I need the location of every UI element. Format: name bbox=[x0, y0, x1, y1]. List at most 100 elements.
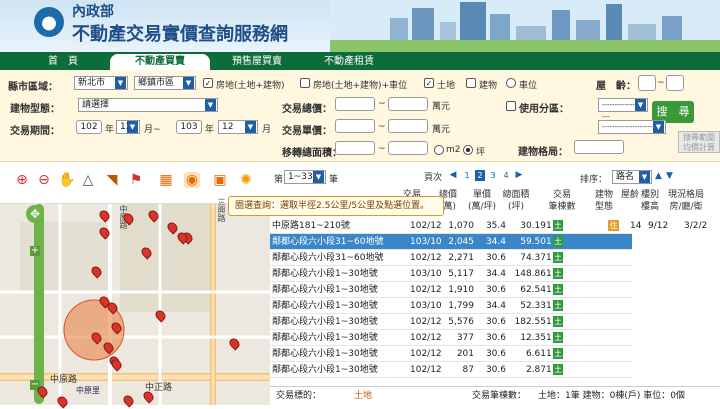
column-header[interactable]: 單價 (萬/坪) bbox=[466, 189, 498, 213]
column-header[interactable]: 交易 筆棟數 bbox=[546, 189, 578, 213]
land-detail-icon[interactable]: 土 bbox=[553, 252, 563, 263]
table-row[interactable]: 鄰都心段六小段1~30地號 102/12 87 30.6 2.87 1 土 bbox=[270, 362, 632, 378]
table-row[interactable]: 鄰都心段六小段31~60地號 103/10 2,045 34.4 59.50 1 土 bbox=[270, 234, 632, 250]
page-range-select[interactable]: 1~33 bbox=[284, 170, 326, 184]
period-from-year[interactable]: 102 bbox=[76, 120, 102, 134]
square-select-icon[interactable]: ▣ bbox=[212, 172, 228, 188]
ministry-name: 內政部 bbox=[72, 4, 114, 20]
map-zoom-in-button[interactable]: + bbox=[30, 246, 40, 256]
next-page-icon[interactable]: ▶ bbox=[514, 170, 524, 181]
period-to-month[interactable]: 12 bbox=[218, 120, 258, 134]
cell-building[interactable]: 住 bbox=[608, 220, 619, 231]
cell-unit: 34.4 bbox=[485, 301, 506, 311]
area-min-input[interactable] bbox=[335, 141, 375, 155]
land-detail-icon[interactable]: 土 bbox=[553, 268, 563, 279]
circle-select-icon[interactable]: ✺ bbox=[238, 172, 254, 188]
cell-unit: 30.6 bbox=[485, 333, 506, 343]
county-select[interactable]: 新北市 bbox=[74, 76, 128, 90]
pan-hand-icon[interactable]: ✋ bbox=[58, 172, 75, 188]
price-unit: 萬元 bbox=[432, 102, 451, 112]
table-row[interactable]: 鄰都心段六小段1~30地號 102/12 201 30.6 6.61 1 土 bbox=[270, 346, 632, 362]
table-row[interactable]: 中原路181~210號 102/12 1,070 35.4 30.19 1 土 bbox=[270, 218, 632, 234]
layout-input[interactable] bbox=[574, 140, 624, 154]
cell-date: 102/12 bbox=[410, 221, 442, 231]
type-parking-radio[interactable] bbox=[506, 78, 516, 88]
area-unit-ping-radio[interactable] bbox=[463, 145, 473, 155]
map-pan-control[interactable]: ✥ bbox=[26, 205, 44, 223]
column-header[interactable]: 現況格局 房/廳/衛 bbox=[664, 189, 708, 213]
age-max-input[interactable] bbox=[666, 75, 684, 91]
land-detail-icon[interactable]: 土 bbox=[553, 364, 563, 375]
district-select[interactable]: 鄉鎮市區 bbox=[134, 76, 196, 90]
tab-real-estate-sale[interactable]: 不動產買賣 bbox=[110, 54, 210, 70]
building-type-select[interactable]: 請選擇 bbox=[78, 98, 218, 112]
range-average-button[interactable]: 搜尋範圍 均價計算 bbox=[678, 131, 720, 153]
sort-desc-icon[interactable]: ▼ bbox=[666, 171, 673, 181]
cell-date: 102/12 bbox=[410, 253, 442, 263]
cell-total: 87 bbox=[462, 365, 474, 375]
cell-count: 1 bbox=[546, 253, 552, 263]
period-to-year[interactable]: 103 bbox=[176, 120, 202, 134]
unit-price-min-input[interactable] bbox=[335, 119, 375, 133]
page-link-1[interactable]: 1 bbox=[462, 170, 472, 181]
marker-icon[interactable]: ⚑ bbox=[128, 172, 144, 188]
unit-price-max-input[interactable] bbox=[388, 119, 428, 133]
type-house-checkbox[interactable]: ✓ bbox=[203, 78, 213, 88]
land-detail-icon[interactable]: 土 bbox=[553, 284, 563, 295]
range-button-line2: 均價計算 bbox=[683, 143, 715, 152]
cell-area: 74.37 bbox=[520, 253, 546, 263]
land-detail-icon[interactable]: 土 bbox=[553, 316, 563, 327]
cell-unit: 30.6 bbox=[485, 253, 506, 263]
price-max-input[interactable] bbox=[388, 97, 428, 111]
area-unit-m2-radio[interactable] bbox=[434, 145, 444, 155]
cell-area: 30.19 bbox=[520, 221, 546, 231]
range-button-line1: 搜尋範圍 bbox=[683, 133, 715, 142]
use-zoning-checkbox[interactable] bbox=[506, 101, 516, 111]
table-row[interactable]: 鄰都心段六小段1~30地號 102/12 5,576 30.6 182.55 1 土 bbox=[270, 314, 632, 330]
age-min-input[interactable] bbox=[638, 75, 656, 91]
page-link-3[interactable]: 3 bbox=[488, 170, 498, 181]
cell-date: 102/12 bbox=[410, 333, 442, 343]
cell-count: 1 bbox=[546, 333, 552, 343]
tab-home[interactable]: 首 頁 bbox=[18, 54, 108, 70]
land-detail-icon[interactable]: 土 bbox=[553, 348, 563, 359]
type-land-checkbox[interactable]: ✓ bbox=[424, 78, 434, 88]
cell-total: 1,070 bbox=[448, 221, 474, 231]
land-detail-icon[interactable]: 土 bbox=[553, 332, 563, 343]
table-row[interactable]: 鄰都心段六小段1~30地號 103/10 1,799 34.4 52.33 1 土 bbox=[270, 298, 632, 314]
cell-area: 6.61 bbox=[525, 349, 546, 359]
price-min-input[interactable] bbox=[335, 97, 375, 111]
measure-icon[interactable]: △ bbox=[80, 172, 96, 188]
area-max-input[interactable] bbox=[388, 141, 428, 155]
zoning-sub-select[interactable]: -------------------- bbox=[598, 120, 666, 134]
pin-icon[interactable]: ◉ bbox=[184, 172, 200, 188]
use-zoning-select[interactable]: -------------------- bbox=[598, 98, 648, 121]
zoom-out-icon[interactable]: ⊖ bbox=[36, 172, 52, 188]
cell-layout: 3/2/2 bbox=[684, 221, 708, 231]
period-from-month[interactable]: 12 bbox=[116, 120, 140, 134]
pages-label: 頁次 bbox=[424, 173, 443, 183]
sort-select[interactable]: 路名 bbox=[612, 170, 652, 184]
paint-icon[interactable]: ◥ bbox=[104, 172, 120, 188]
sort-asc-icon[interactable]: ▲ bbox=[655, 171, 662, 181]
cell-date: 102/12 bbox=[410, 317, 442, 327]
prev-page-icon[interactable]: ◀ bbox=[448, 170, 458, 181]
type-house-parking-checkbox[interactable] bbox=[300, 78, 310, 88]
land-detail-icon[interactable]: 土 bbox=[553, 220, 563, 231]
table-row[interactable]: 鄰都心段六小段31~60地號 102/12 2,271 30.6 74.37 1 土 bbox=[270, 250, 632, 266]
column-header[interactable]: 樓別 樓高 bbox=[634, 189, 666, 213]
zoom-in-icon[interactable]: ⊕ bbox=[14, 172, 30, 188]
grid-icon[interactable]: ▦ bbox=[158, 172, 174, 188]
table-row[interactable]: 鄰都心段六小段1~30地號 102/12 377 30.6 12.35 1 土 bbox=[270, 330, 632, 346]
land-detail-icon[interactable]: 土 bbox=[553, 300, 563, 311]
tab-rental[interactable]: 不動產租賃 bbox=[304, 54, 394, 70]
type-building-checkbox[interactable] bbox=[466, 78, 476, 88]
page-link-2[interactable]: 2 bbox=[475, 170, 485, 181]
tab-presale[interactable]: 預售屋買賣 bbox=[212, 54, 302, 70]
page-link-4[interactable]: 4 bbox=[501, 170, 511, 181]
year-label-1: 年 bbox=[105, 125, 115, 135]
table-row[interactable]: 鄰都心段六小段1~30地號 103/10 5,117 34.4 148.86 1 土 bbox=[270, 266, 632, 282]
table-row[interactable]: 鄰都心段六小段1~30地號 102/12 1,910 30.6 62.54 1 土 bbox=[270, 282, 632, 298]
land-detail-icon[interactable]: 土 bbox=[553, 236, 563, 247]
column-header[interactable]: 總面積 (坪) bbox=[500, 189, 532, 213]
